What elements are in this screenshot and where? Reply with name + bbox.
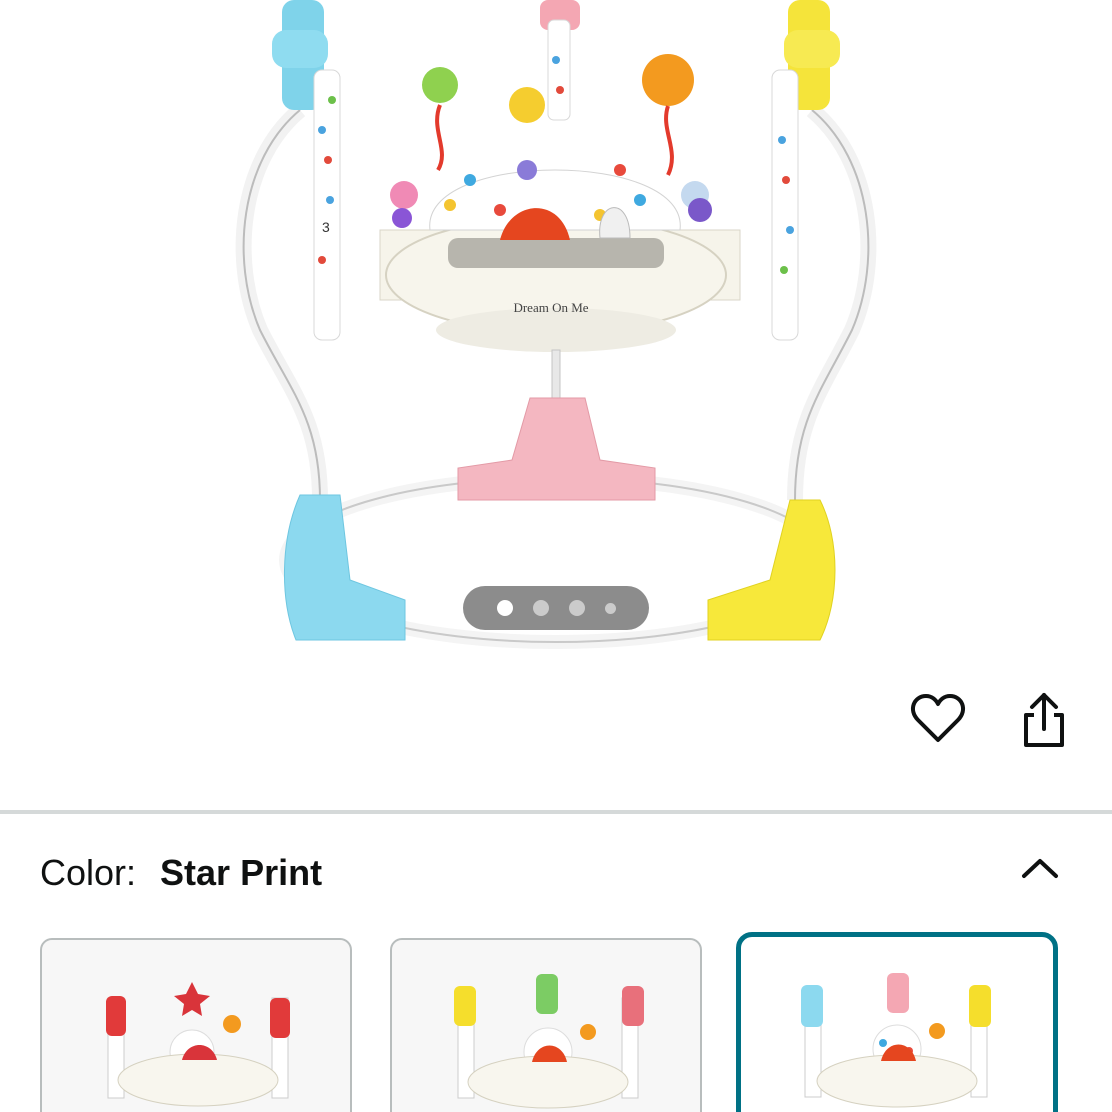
swatch-image: [106, 982, 290, 1107]
color-swatch-list: [40, 932, 1070, 1112]
image-pager[interactable]: [463, 586, 649, 630]
chevron-up-icon[interactable]: [1020, 848, 1060, 888]
seat-number: 3: [322, 219, 330, 235]
heart-icon[interactable]: [908, 688, 968, 748]
swatch-red-variant[interactable]: [40, 938, 352, 1112]
color-selector-header[interactable]: Color: Star Print: [40, 848, 1080, 898]
share-icon[interactable]: [1014, 690, 1074, 750]
swatch-image: [454, 974, 644, 1109]
pager-dot[interactable]: [532, 600, 549, 616]
product-image-carousel[interactable]: 3 Dream On Me: [0, 0, 1112, 800]
brand-mark: Dream On Me: [513, 300, 588, 315]
pager-dot-active[interactable]: [496, 600, 513, 616]
swatch-star-print-variant[interactable]: [736, 932, 1058, 1112]
section-divider: [0, 810, 1112, 814]
pager-dot[interactable]: [568, 600, 585, 616]
pager-dot[interactable]: [604, 602, 616, 614]
swatch-image: [801, 973, 991, 1108]
product-image: 3 Dream On Me: [235, 0, 877, 649]
color-label: Color:: [40, 852, 137, 893]
selected-color-value: Star Print: [160, 852, 323, 893]
swatch-multicolor-variant[interactable]: [390, 938, 702, 1112]
